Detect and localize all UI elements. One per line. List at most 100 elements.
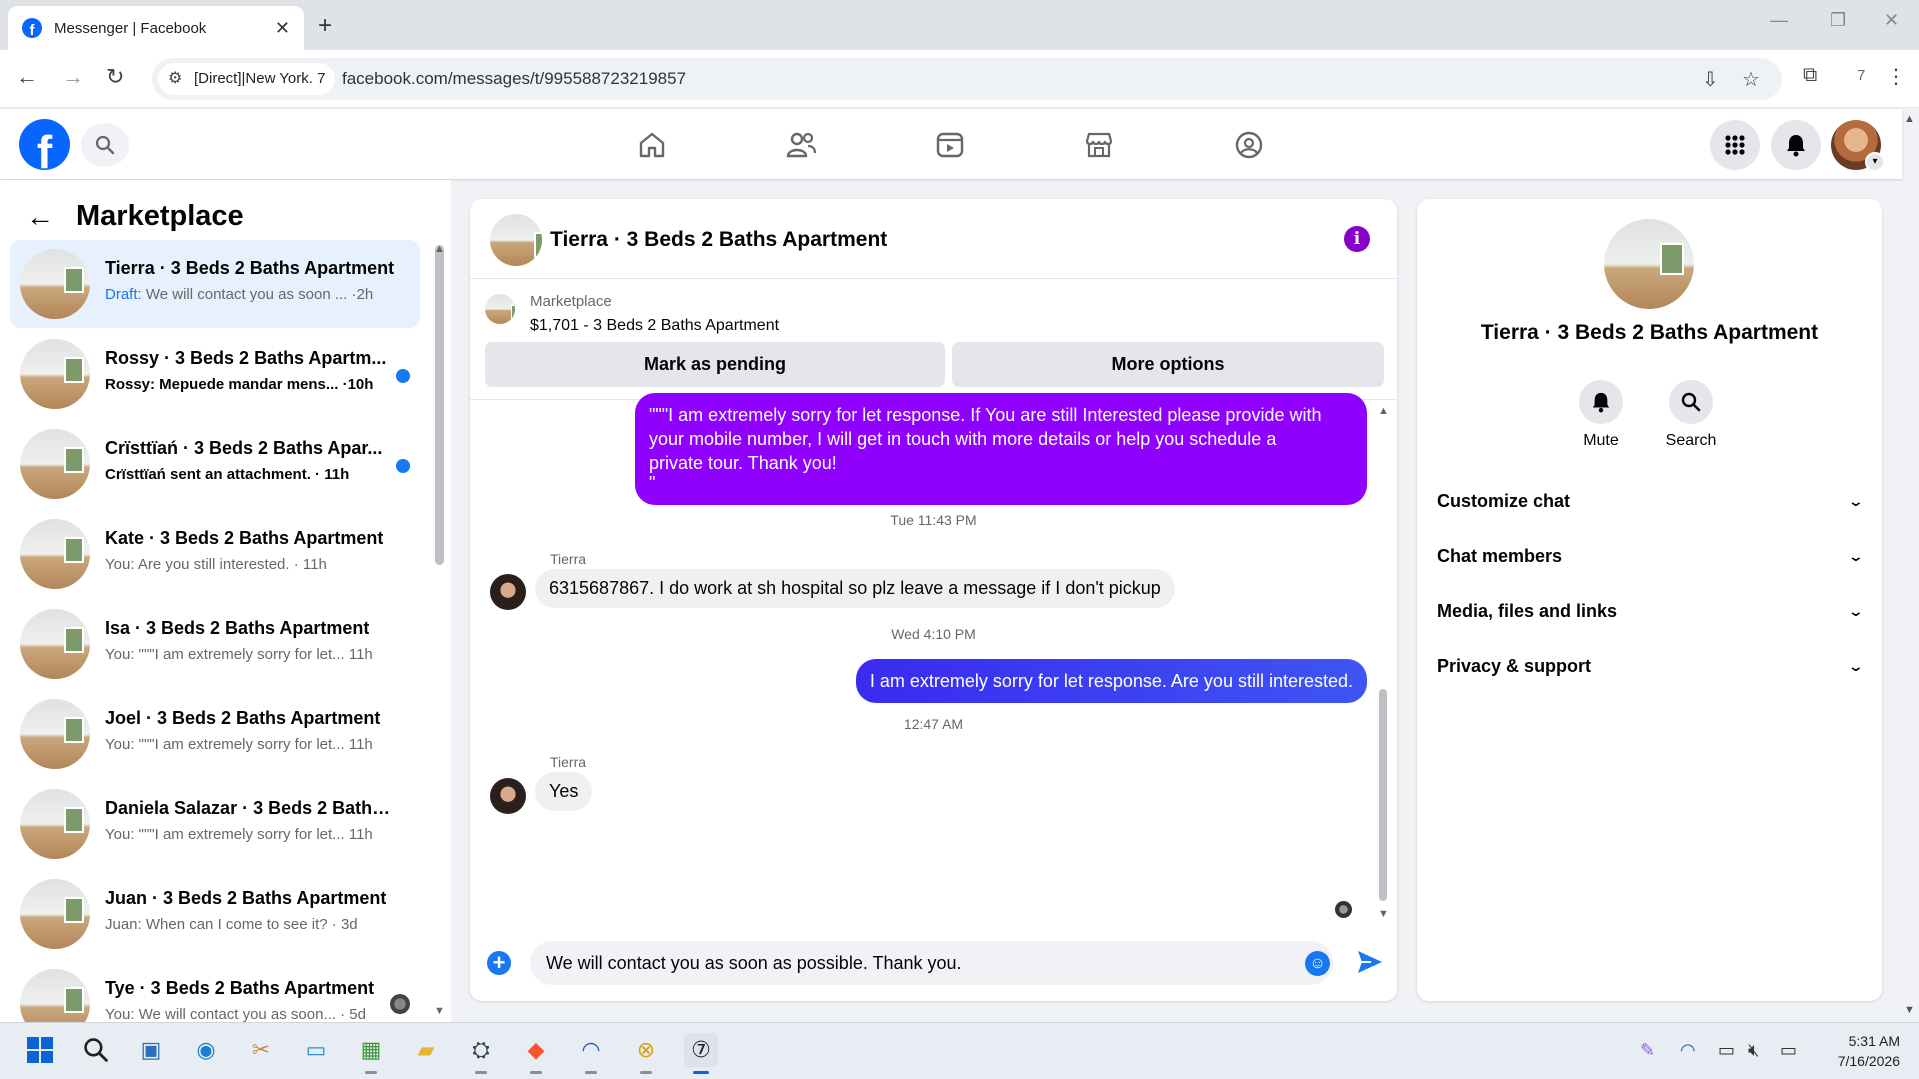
outgoing-message[interactable]: I am extremely sorry for let response. A… — [855, 659, 1367, 703]
video-nav-icon[interactable] — [920, 123, 980, 167]
facebook-logo-icon[interactable]: f — [19, 119, 70, 170]
pen-icon[interactable]: ✎ — [1640, 1040, 1655, 1061]
clock-date: 7/16/2026 — [1837, 1053, 1900, 1069]
network-icon[interactable]: ▭ — [1718, 1040, 1735, 1061]
media-files-links-section[interactable]: Media, files and links ⌄ — [1437, 591, 1865, 631]
vpn-app-icon[interactable]: ◠ — [574, 1033, 608, 1074]
message-input[interactable] — [530, 941, 1333, 985]
conversation-item[interactable]: Daniela Salazar · 3 Beds 2 Baths ... You:… — [10, 780, 420, 868]
mark-as-pending-button[interactable]: Mark as pending — [485, 342, 945, 387]
clock-time: 5:31 AM — [1848, 1033, 1900, 1049]
chat-scroll-up-arrow[interactable]: ▲ — [1378, 405, 1389, 417]
profile-avatar[interactable]: ▾ — [1831, 120, 1885, 172]
install-app-icon[interactable]: ⇩ — [1702, 67, 1719, 92]
marketplace-nav-icon[interactable] — [1069, 123, 1129, 167]
chat-scrollbar[interactable] — [1379, 689, 1387, 901]
tab-title: Messenger | Facebook — [54, 19, 207, 37]
tab-search-icon[interactable]: ⧉ — [1803, 64, 1817, 87]
battery-icon[interactable]: ▭ — [1780, 1040, 1797, 1061]
menu-grid-button[interactable] — [1710, 120, 1760, 170]
conversation-item[interactable]: Rossy · 3 Beds 2 Baths Apartm... Rossy: M… — [10, 330, 420, 418]
chat-info-panel: Tierra · 3 Beds 2 Baths Apartment Mute S… — [1417, 199, 1882, 1001]
page-scroll-down-arrow[interactable]: ▼ — [1904, 1004, 1915, 1016]
sender-avatar[interactable] — [490, 778, 526, 814]
page-scroll-up-arrow[interactable]: ▲ — [1904, 113, 1915, 125]
close-tab-icon[interactable]: ✕ — [275, 18, 290, 39]
system-clock[interactable]: 5:31 AM 7/16/2026 — [1820, 1031, 1900, 1071]
gaming-nav-icon[interactable] — [1219, 123, 1279, 167]
conversation-item[interactable]: Tierra · 3 Beds 2 Baths Apartment Draft: … — [10, 240, 420, 328]
vpn-tray-icon[interactable]: ◠ — [1680, 1040, 1696, 1061]
sender-avatar[interactable] — [490, 574, 526, 610]
preview-text: Crïsttïań sent an attachment. — [105, 466, 311, 483]
crossover-app-icon[interactable]: ⊗ — [629, 1033, 663, 1074]
volume-muted-icon[interactable]: 🔇︎ — [1748, 1040, 1759, 1061]
address-bar[interactable]: ⚙ [Direct]|New York. 7 facebook.com/mess… — [152, 58, 1782, 100]
friends-nav-icon[interactable] — [771, 123, 831, 167]
listing-thumbnail[interactable] — [485, 294, 515, 324]
incoming-message[interactable]: 6315687867. I do work at sh hospital so … — [535, 569, 1175, 608]
conversation-item[interactable]: Kate · 3 Beds 2 Baths Apartment You: Are … — [10, 510, 420, 598]
profile-count[interactable]: 7 — [1857, 67, 1865, 84]
notifications-button[interactable] — [1771, 120, 1821, 170]
chevron-down-icon: ⌄ — [1847, 602, 1865, 619]
listing-title[interactable]: $1,701 - 3 Beds 2 Baths Apartment — [530, 317, 779, 335]
info-icon[interactable]: i — [1344, 226, 1370, 252]
conversation-name: Joel · 3 Beds 2 Baths Apartment — [105, 708, 381, 728]
sidebar-scrollbar[interactable] — [435, 245, 444, 565]
spreadsheet-icon[interactable]: ▦ — [354, 1033, 388, 1074]
edge-icon[interactable]: ◉ — [189, 1033, 223, 1067]
browser-tab[interactable]: f Messenger | Facebook ✕ — [8, 6, 304, 50]
device-icon[interactable]: ▭ — [299, 1033, 333, 1067]
conversation-item[interactable]: Tye · 3 Beds 2 Baths Apartment You: We wi… — [10, 960, 420, 1022]
chat-members-section[interactable]: Chat members ⌄ — [1437, 536, 1864, 576]
facebook-search-button[interactable] — [81, 123, 129, 167]
add-attachment-icon[interactable]: + — [487, 951, 511, 975]
back-icon[interactable]: ← — [16, 64, 38, 90]
brave-browser-icon[interactable]: ◆ — [519, 1033, 553, 1074]
reload-icon[interactable]: ↻ — [106, 64, 124, 90]
conversation-name: Tye · 3 Beds 2 Baths Apartment — [105, 978, 375, 998]
browser-menu-icon[interactable]: ⋮ — [1886, 64, 1906, 89]
bookmark-star-icon[interactable]: ☆ — [1742, 67, 1760, 92]
browser-tabstrip: f Messenger | Facebook ✕ + — ❐ ✕ — [0, 0, 1919, 50]
incoming-message[interactable]: Yes — [535, 772, 593, 811]
more-options-button[interactable]: More options — [952, 342, 1384, 387]
minimize-icon[interactable]: — — [1770, 10, 1788, 31]
start-button[interactable] — [23, 1033, 57, 1067]
forward-icon[interactable]: → — [62, 64, 84, 90]
new-tab-icon[interactable]: + — [318, 12, 332, 40]
snipping-tool-icon[interactable]: ✂ — [244, 1033, 278, 1067]
conversation-item[interactable]: Crïsttïań · 3 Beds 2 Baths Apar... Crïstt… — [10, 420, 420, 508]
network-app-icon[interactable]: ⛭ — [464, 1033, 498, 1074]
emoji-icon[interactable]: ☺ — [1305, 951, 1330, 976]
conversation-thumbnail — [20, 249, 90, 319]
privacy-support-section[interactable]: Privacy & support ⌄ — [1437, 646, 1864, 686]
conversation-item[interactable]: Joel · 3 Beds 2 Baths Apartment You: """I… — [10, 690, 420, 778]
send-icon[interactable] — [1356, 949, 1384, 980]
conversation-item[interactable]: Juan · 3 Beds 2 Baths Apartment Juan: Whe… — [10, 870, 420, 958]
chat-scroll-down-arrow[interactable]: ▼ — [1378, 908, 1389, 920]
mute-button[interactable]: Mute — [1561, 380, 1641, 450]
sidebar-scroll-up-arrow[interactable]: ▲ — [434, 243, 445, 255]
chat-title[interactable]: Tierra · 3 Beds 2 Baths Apartment — [550, 228, 887, 252]
conversation-item[interactable]: Isa · 3 Beds 2 Baths Apartment You: """I … — [10, 600, 420, 688]
chat-listing-thumbnail[interactable] — [490, 214, 542, 266]
home-nav-icon[interactable] — [622, 123, 682, 167]
file-explorer-icon[interactable]: ▰ — [409, 1033, 443, 1067]
conversation-preview: You: """I am extremely sorry for let... … — [105, 736, 373, 753]
windows-taskbar: ▣ ◉ ✂ ▭ ▦ ▰ ⛭ ◆ ◠ ⊗ ⑦ ✎ ◠ ▭ 🔇︎ ▭ 5:31 AM… — [0, 1022, 1919, 1079]
url-text[interactable]: facebook.com/messages/t/995588723219857 — [342, 69, 686, 89]
sidebar-scroll-down-arrow[interactable]: ▼ — [434, 1005, 445, 1017]
taskbar-search-icon[interactable] — [79, 1033, 113, 1067]
active-app-icon[interactable]: ⑦ — [684, 1033, 718, 1074]
site-info-chip[interactable]: ⚙ [Direct]|New York. 7 — [158, 63, 336, 95]
back-arrow-icon[interactable]: ← — [26, 201, 54, 233]
task-view-icon[interactable]: ▣ — [134, 1033, 168, 1067]
window-close-icon[interactable]: ✕ — [1884, 10, 1899, 31]
info-listing-photo[interactable] — [1604, 219, 1694, 309]
restore-icon[interactable]: ❐ — [1830, 10, 1846, 31]
search-in-chat-button[interactable]: Search — [1651, 380, 1731, 450]
outgoing-message[interactable]: """I am extremely sorry for let response… — [635, 393, 1367, 505]
customize-chat-section[interactable]: Customize chat ⌄ — [1437, 481, 1864, 521]
